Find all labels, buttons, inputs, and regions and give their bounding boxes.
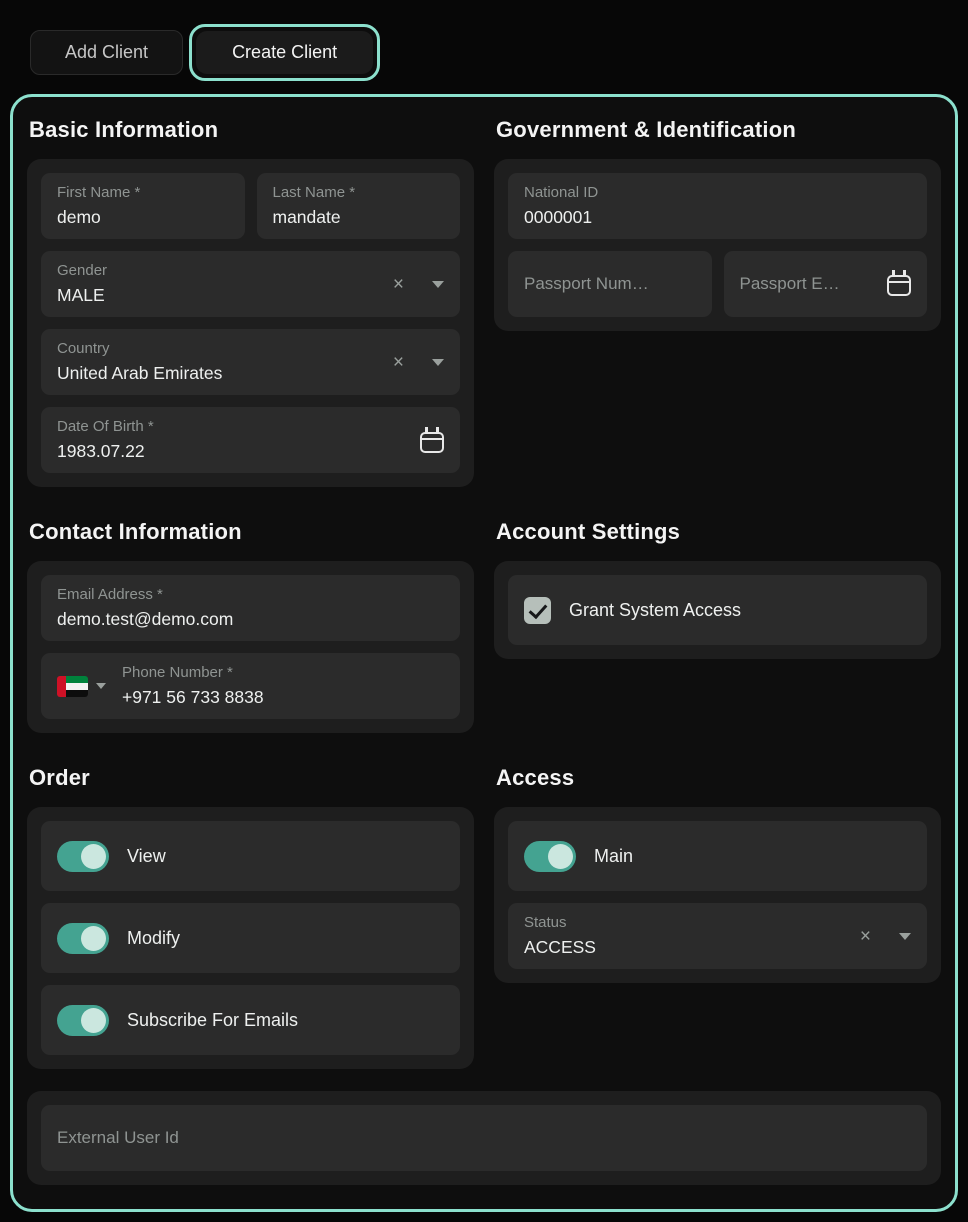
- modify-toggle[interactable]: [57, 923, 109, 954]
- section-account-settings: Account Settings Grant System Access: [494, 509, 941, 659]
- main-toggle-label: Main: [594, 846, 633, 867]
- passport-expiry-placeholder: Passport E…: [740, 274, 874, 294]
- view-toggle[interactable]: [57, 841, 109, 872]
- country-value: United Arab Emirates: [57, 361, 387, 385]
- phone-number-value: +971 56 733 8838: [122, 685, 444, 709]
- section-government-identification: Government & Identification National ID …: [494, 107, 941, 331]
- modify-toggle-label: Modify: [127, 928, 180, 949]
- subscribe-for-emails-toggle-row: Subscribe For Emails: [41, 985, 460, 1055]
- country-label: Country: [57, 339, 387, 359]
- basic-information-title: Basic Information: [29, 117, 474, 143]
- passport-expiry-field[interactable]: Passport E…: [724, 251, 928, 317]
- contact-information-card: Email Address * demo.test@demo.com Phone…: [27, 561, 474, 733]
- status-label: Status: [524, 913, 854, 933]
- toggle-knob: [81, 1008, 106, 1033]
- grant-system-access-row[interactable]: Grant System Access: [508, 575, 927, 645]
- toggle-knob: [81, 926, 106, 951]
- view-toggle-row: View: [41, 821, 460, 891]
- access-card: Main Status ACCESS ×: [494, 807, 941, 983]
- grant-system-access-checkbox[interactable]: [524, 597, 551, 624]
- chevron-down-icon[interactable]: [432, 359, 444, 366]
- government-identification-title: Government & Identification: [496, 117, 941, 143]
- tab-create-client[interactable]: Create Client: [196, 31, 373, 74]
- grant-system-access-label: Grant System Access: [569, 600, 741, 621]
- national-id-label: National ID: [524, 183, 911, 203]
- section-access: Access Main Status ACCESS ×: [494, 755, 941, 983]
- main-toggle[interactable]: [524, 841, 576, 872]
- clear-icon[interactable]: ×: [854, 927, 877, 946]
- chevron-down-icon[interactable]: [96, 683, 106, 689]
- government-identification-card: National ID 0000001 Passport Num… Passpo…: [494, 159, 941, 331]
- uae-flag-icon: [57, 676, 88, 697]
- create-client-form-panel: Basic Information First Name * demo Last…: [10, 94, 958, 1212]
- email-address-label: Email Address *: [57, 585, 444, 605]
- chevron-down-icon[interactable]: [432, 281, 444, 288]
- section-basic-information: Basic Information First Name * demo Last…: [27, 107, 474, 487]
- date-of-birth-label: Date Of Birth *: [57, 417, 406, 437]
- email-address-field[interactable]: Email Address * demo.test@demo.com: [41, 575, 460, 641]
- date-of-birth-value: 1983.07.22: [57, 439, 406, 463]
- contact-information-title: Contact Information: [29, 519, 474, 545]
- email-address-value: demo.test@demo.com: [57, 607, 444, 631]
- gender-value: MALE: [57, 283, 387, 307]
- national-id-value: 0000001: [524, 205, 911, 229]
- tab-create-client-ring[interactable]: Create Client: [189, 24, 380, 81]
- external-user-id-field[interactable]: External User Id: [41, 1105, 927, 1171]
- last-name-value: mandate: [273, 205, 445, 229]
- last-name-field[interactable]: Last Name * mandate: [257, 173, 461, 239]
- tab-add-client[interactable]: Add Client: [30, 30, 183, 75]
- calendar-icon[interactable]: [887, 275, 911, 296]
- view-toggle-label: View: [127, 846, 166, 867]
- toggle-knob: [81, 844, 106, 869]
- last-name-label: Last Name *: [273, 183, 445, 203]
- tab-bar: Add Client Create Client: [0, 0, 968, 86]
- phone-number-field[interactable]: Phone Number * +971 56 733 8838: [41, 653, 460, 719]
- clear-icon[interactable]: ×: [387, 275, 410, 294]
- order-title: Order: [29, 765, 474, 791]
- first-name-value: demo: [57, 205, 229, 229]
- phone-number-label: Phone Number *: [122, 663, 444, 683]
- main-toggle-row: Main: [508, 821, 927, 891]
- phone-country-select[interactable]: [57, 676, 106, 697]
- first-name-label: First Name *: [57, 183, 229, 203]
- first-name-field[interactable]: First Name * demo: [41, 173, 245, 239]
- national-id-field[interactable]: National ID 0000001: [508, 173, 927, 239]
- gender-label: Gender: [57, 261, 387, 281]
- gender-select[interactable]: Gender MALE ×: [41, 251, 460, 317]
- toggle-knob: [548, 844, 573, 869]
- passport-number-placeholder: Passport Num…: [524, 274, 649, 294]
- order-card: View Modify Subscribe For Emails: [27, 807, 474, 1069]
- section-order: Order View Modify Subscribe For Emails: [27, 755, 474, 1069]
- modify-toggle-row: Modify: [41, 903, 460, 973]
- external-user-id-card: External User Id: [27, 1091, 941, 1185]
- date-of-birth-field[interactable]: Date Of Birth * 1983.07.22: [41, 407, 460, 473]
- calendar-icon[interactable]: [420, 432, 444, 453]
- access-title: Access: [496, 765, 941, 791]
- passport-number-field[interactable]: Passport Num…: [508, 251, 712, 317]
- subscribe-for-emails-toggle-label: Subscribe For Emails: [127, 1010, 298, 1031]
- status-value: ACCESS: [524, 935, 854, 959]
- country-select[interactable]: Country United Arab Emirates ×: [41, 329, 460, 395]
- section-contact-information: Contact Information Email Address * demo…: [27, 509, 474, 733]
- account-settings-title: Account Settings: [496, 519, 941, 545]
- account-settings-card: Grant System Access: [494, 561, 941, 659]
- basic-information-card: First Name * demo Last Name * mandate Ge…: [27, 159, 474, 487]
- chevron-down-icon[interactable]: [899, 933, 911, 940]
- status-select[interactable]: Status ACCESS ×: [508, 903, 927, 969]
- external-user-id-placeholder: External User Id: [57, 1128, 179, 1148]
- subscribe-for-emails-toggle[interactable]: [57, 1005, 109, 1036]
- clear-icon[interactable]: ×: [387, 353, 410, 372]
